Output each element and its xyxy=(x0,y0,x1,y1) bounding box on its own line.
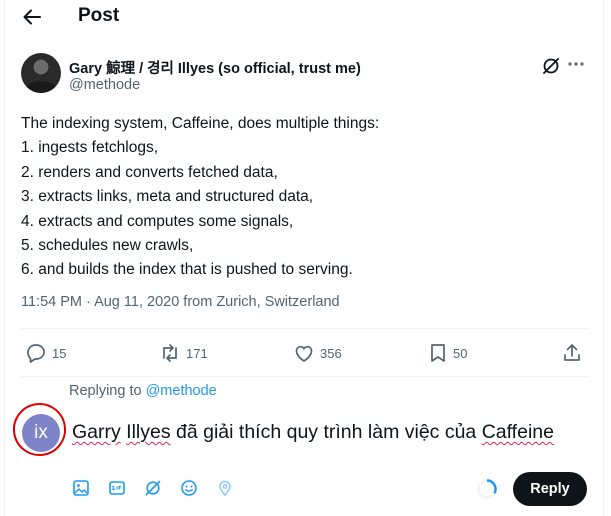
repost-action[interactable]: 171 xyxy=(159,340,208,366)
divider xyxy=(21,376,589,377)
grok-icon xyxy=(145,480,161,496)
more-button[interactable] xyxy=(566,54,588,74)
reply-textbox[interactable]: Garry Illyes đã giải thích quy trình làm… xyxy=(72,421,554,444)
author-handle[interactable]: @methode xyxy=(69,77,140,93)
replying-handle-link[interactable]: @methode xyxy=(146,383,217,399)
column-border-right xyxy=(603,0,604,516)
share-action[interactable] xyxy=(561,340,583,366)
grok-button[interactable] xyxy=(541,56,561,76)
like-count: 356 xyxy=(320,345,342,361)
author-avatar[interactable] xyxy=(21,53,61,93)
post-page: Post Gary 鯨理 / 경리 Illyes (so official, t… xyxy=(0,0,611,516)
draft-word: Garry xyxy=(72,421,121,443)
reply-icon xyxy=(27,344,45,363)
media-button[interactable] xyxy=(72,479,92,499)
repost-icon xyxy=(163,344,177,362)
like-action[interactable]: 356 xyxy=(293,340,342,366)
reply-action[interactable]: 15 xyxy=(25,340,66,366)
bookmark-count: 50 xyxy=(453,345,468,361)
tweet-line: The indexing system, Caffeine, does mult… xyxy=(21,115,380,132)
character-progress xyxy=(476,478,498,500)
gif-icon xyxy=(109,481,125,495)
tweet-line: 6. and builds the index that is pushed t… xyxy=(21,261,353,279)
back-button[interactable] xyxy=(18,4,46,30)
arrow-left-icon xyxy=(23,9,41,25)
tweet-timestamp[interactable]: 11:54 PM · Aug 11, 2020 from Zurich, Swi… xyxy=(21,294,340,310)
divider xyxy=(21,328,589,329)
grok-compose-button[interactable] xyxy=(144,479,164,499)
tweet-text: The indexing system, Caffeine, does mult… xyxy=(21,112,379,283)
share-icon xyxy=(564,344,580,361)
heart-icon xyxy=(295,345,313,362)
more-icon xyxy=(568,62,584,66)
tweet-line: 3. extracts links, meta and structured d… xyxy=(21,188,314,206)
draft-text: đã giải thích quy trình làm việc của xyxy=(170,421,482,443)
avatar-figure xyxy=(25,81,57,93)
tweet-line: 2. renders and converts fetched data, xyxy=(21,163,278,181)
location-button[interactable] xyxy=(216,479,236,499)
emoji-icon xyxy=(181,480,197,496)
gif-button[interactable] xyxy=(108,479,128,499)
grok-icon xyxy=(543,58,559,74)
bookmark-icon xyxy=(431,344,445,362)
replying-to-label: Replying to @methode xyxy=(69,383,217,399)
image-icon xyxy=(73,480,89,496)
tweet-line: 4. extracts and computes some signals, xyxy=(21,212,294,230)
annotation-circle xyxy=(9,399,70,460)
author-name[interactable]: Gary 鯨理 / 경리 Illyes (so official, trust … xyxy=(69,57,361,78)
replying-prefix: Replying to xyxy=(69,383,146,399)
draft-word: Illyes xyxy=(126,421,171,443)
emoji-button[interactable] xyxy=(180,479,200,499)
bookmark-action[interactable]: 50 xyxy=(428,340,467,366)
tweet-line: 5. schedules new crawls, xyxy=(21,237,194,255)
action-bar: 15 171 356 50 xyxy=(0,340,603,366)
draft-word: Caffeine xyxy=(481,421,554,443)
location-icon xyxy=(219,480,231,496)
repost-count: 171 xyxy=(186,345,208,361)
reply-count: 15 xyxy=(52,345,67,361)
page-title: Post xyxy=(78,5,120,26)
tweet-line: 1. ingests fetchlogs, xyxy=(21,139,158,157)
page-header: Post xyxy=(0,0,603,36)
reply-button[interactable]: Reply xyxy=(513,472,587,506)
column-border-left xyxy=(4,0,5,516)
